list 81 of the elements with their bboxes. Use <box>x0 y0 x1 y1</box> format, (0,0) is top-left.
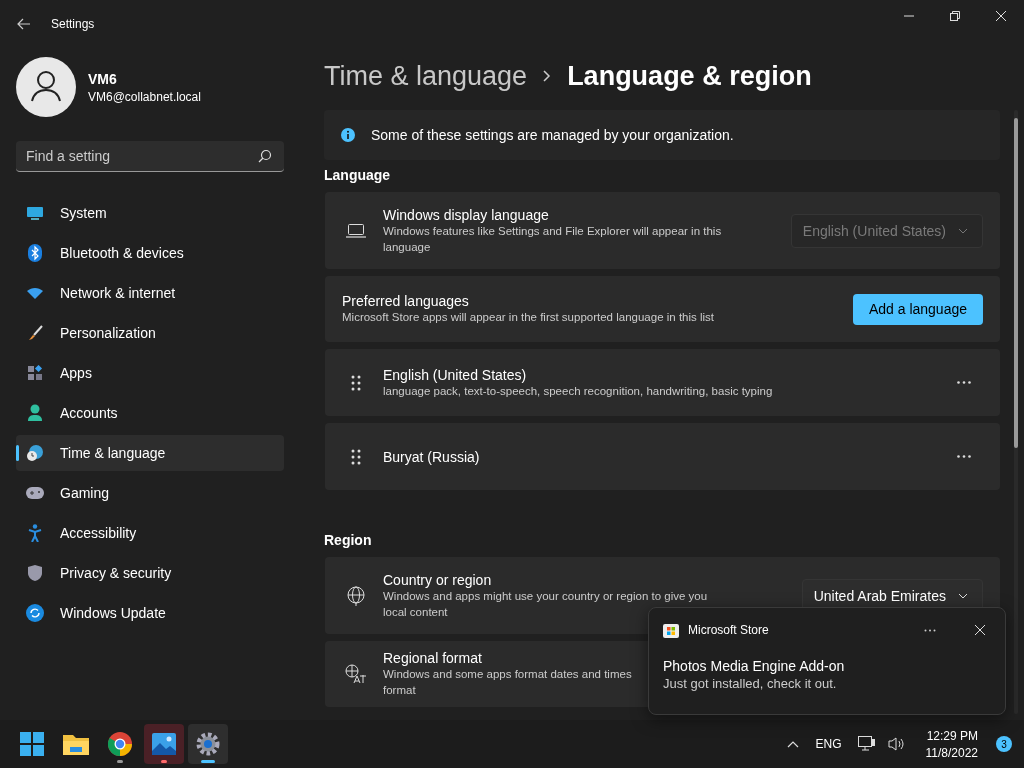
setting-description: language pack, text-to-speech, speech recognition, handwriting, basic typing <box>383 383 773 399</box>
more-options-icon[interactable] <box>957 381 971 384</box>
nav-item[interactable]: Bluetooth & devices <box>16 235 284 271</box>
setting-description: Windows and some apps format dates and times <box>383 667 632 682</box>
setting-title: Country or region <box>383 571 492 588</box>
more-options-icon[interactable] <box>957 455 971 458</box>
speaker-icon[interactable] <box>887 737 906 751</box>
search-field[interactable]: Find a setting <box>16 141 284 172</box>
setting-title: Regional format <box>383 650 482 666</box>
setting-description: format <box>383 683 416 698</box>
close-icon[interactable] <box>975 625 985 635</box>
sync-icon <box>26 604 44 622</box>
shield-icon <box>26 565 44 581</box>
breadcrumb-link[interactable]: Time & language <box>324 60 528 92</box>
apps-icon <box>26 365 44 381</box>
restore-icon[interactable] <box>950 11 960 21</box>
nav-item[interactable]: Time & language <box>16 435 284 471</box>
clock-date[interactable]: 11/8/2022 <box>925 745 978 760</box>
back-arrow-icon[interactable] <box>17 18 31 30</box>
bluetooth-icon <box>26 244 44 262</box>
setting-description: Microsoft Store apps will appear in the first supported language in this list <box>342 310 715 325</box>
user-name: VM6 <box>88 70 118 87</box>
monitor-icon <box>26 205 44 221</box>
chevron-up-icon[interactable] <box>787 740 800 748</box>
page-title: Language & region <box>567 60 812 92</box>
chevron-down-icon <box>958 228 968 234</box>
input-language[interactable]: ENG <box>815 737 842 751</box>
nav-item[interactable]: Gaming <box>16 475 284 511</box>
nav-item[interactable]: System <box>16 195 284 231</box>
laptop-icon <box>345 223 367 238</box>
window-title: Settings <box>51 17 95 31</box>
toast-title: Photos Media Engine Add-on <box>663 658 846 674</box>
close-icon[interactable] <box>996 11 1006 21</box>
toast-body: Just got installed, check it out. <box>663 676 838 691</box>
setting-title: English (United States) <box>383 366 527 383</box>
setting-title: Preferred languages <box>342 293 469 309</box>
notification-badge[interactable]: 3 <box>996 736 1012 752</box>
setting-description: Windows features like Settings and File Explorer will appear in this <box>383 223 722 239</box>
nav-item[interactable]: Apps <box>16 355 284 391</box>
setting-description: Windows and apps might use your country or region to give you <box>383 588 708 604</box>
section-heading: Region <box>324 532 373 548</box>
avatar-icon[interactable] <box>16 57 76 117</box>
chevron-icon <box>543 70 552 82</box>
scrollbar[interactable] <box>1014 110 1018 714</box>
nav-item[interactable]: Privacy & security <box>16 555 284 591</box>
windows-logo-icon <box>20 732 44 756</box>
more-options-icon[interactable] <box>924 628 936 632</box>
photos-icon <box>152 733 176 755</box>
nav-item[interactable]: Accessibility <box>16 515 284 551</box>
chevron-down-icon <box>958 593 968 599</box>
browser-icon <box>108 732 132 756</box>
nav-item[interactable]: Windows Update <box>16 595 284 631</box>
globe-icon <box>345 585 367 606</box>
info-text: Some of these settings are managed by your organization. <box>371 127 734 143</box>
add-language-button[interactable]: Add a language <box>852 293 983 325</box>
accessibility-icon <box>26 524 44 542</box>
clock-globe-icon <box>26 444 44 462</box>
folder-icon <box>63 733 89 755</box>
setting-title: Buryat (Russia) <box>383 448 480 465</box>
toast-app-name: Microsoft Store <box>688 623 770 637</box>
brush-icon <box>26 325 44 341</box>
notification-toast[interactable]: Microsoft Store Photos Media Engine Add-on Just got installed, check it out. <box>648 607 1006 715</box>
nav-item[interactable]: Personalization <box>16 315 284 351</box>
setting-description: local content <box>383 604 448 620</box>
setting-title: Windows display language <box>383 206 549 223</box>
info-icon <box>341 128 355 142</box>
clock-time[interactable]: 12:29 PM <box>926 728 978 743</box>
nav-item[interactable]: Accounts <box>16 395 284 431</box>
person-icon <box>26 404 44 422</box>
section-heading: Language <box>324 167 392 183</box>
user-email: VM6@collabnet.local <box>88 89 201 104</box>
store-icon <box>663 622 679 638</box>
gamepad-icon <box>26 487 44 499</box>
setting-description: language <box>383 239 431 255</box>
network-icon[interactable] <box>857 736 876 752</box>
gear-icon <box>196 732 220 756</box>
taskbar-app[interactable] <box>188 724 228 764</box>
wifi-icon <box>26 287 44 299</box>
search-icon <box>258 149 272 163</box>
nav-item[interactable]: Network & internet <box>16 275 284 311</box>
translate-icon <box>345 664 367 684</box>
